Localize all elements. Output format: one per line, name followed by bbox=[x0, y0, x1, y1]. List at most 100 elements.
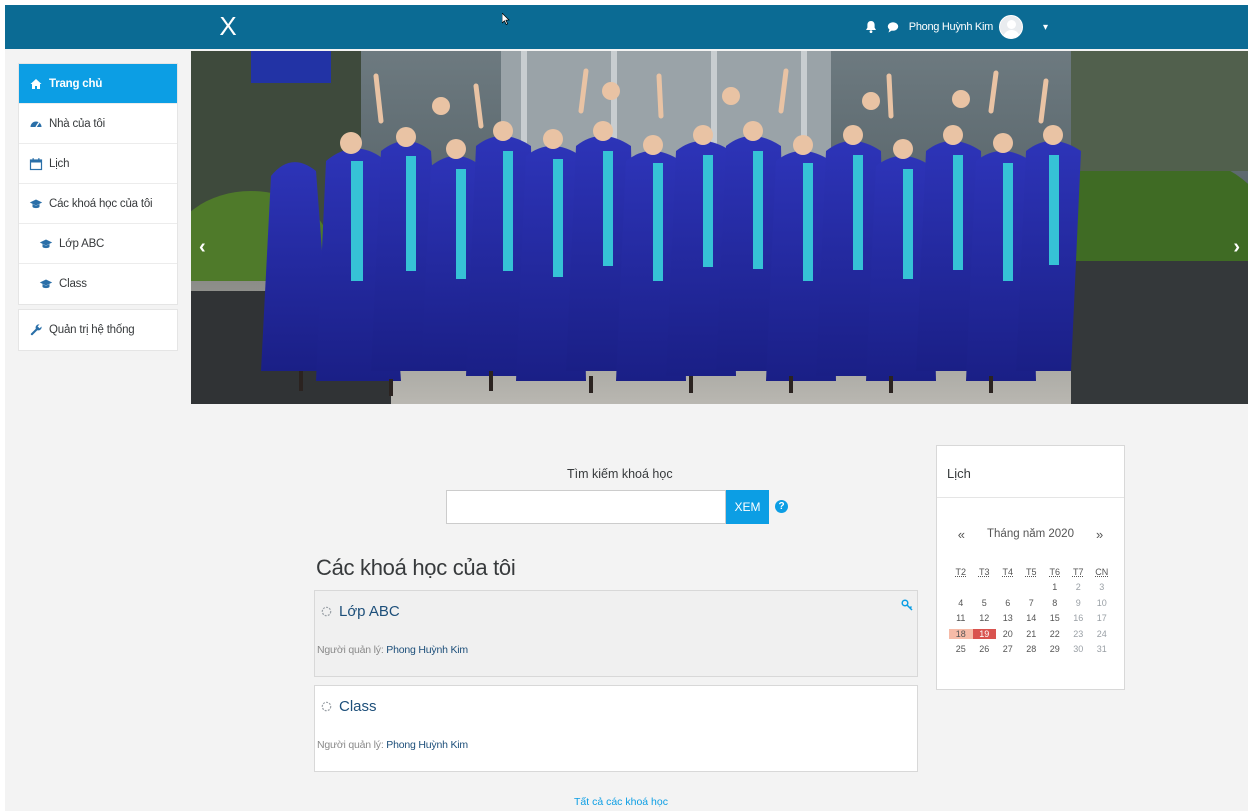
calendar-day[interactable]: 31 bbox=[1090, 644, 1114, 654]
calendar-day[interactable]: 8 bbox=[1043, 598, 1067, 608]
course-card: Class Người quản lý: Phong Huỳnh Kim bbox=[314, 685, 918, 772]
sidebar: Trang chủ Nhà của tôi Lịch Các khoá học … bbox=[18, 63, 178, 355]
bell-icon[interactable] bbox=[863, 19, 879, 35]
graduation-cap-icon bbox=[39, 279, 53, 289]
calendar-icon bbox=[29, 157, 43, 170]
graduation-cap-icon bbox=[29, 199, 43, 208]
close-button[interactable]: X bbox=[215, 11, 241, 41]
hero-prev-arrow[interactable]: ‹ bbox=[199, 236, 206, 259]
calendar-weekday: T5 bbox=[1025, 566, 1037, 577]
sidebar-item-course-class[interactable]: Class bbox=[19, 264, 177, 304]
course-name-link[interactable]: Class bbox=[321, 698, 377, 715]
calendar-week-row: 4 5 6 7 8 9 10 bbox=[949, 595, 1114, 611]
avatar[interactable] bbox=[998, 15, 1023, 39]
calendar-day[interactable]: 24 bbox=[1090, 629, 1114, 639]
sidebar-item-label: Lớp ABC bbox=[59, 237, 105, 250]
navbar: X Phong Huỳnh Kim ▾ bbox=[5, 5, 1248, 49]
calendar-prev-month[interactable]: « bbox=[958, 527, 965, 542]
calendar-day[interactable]: 12 bbox=[973, 613, 997, 623]
course-manager: Người quản lý: Phong Huỳnh Kim bbox=[317, 739, 468, 751]
calendar-weekday: T3 bbox=[978, 566, 990, 577]
sidebar-item-label: Các khoá học của tôi bbox=[49, 197, 153, 210]
calendar-day[interactable]: 22 bbox=[1043, 629, 1067, 639]
mouse-cursor-icon bbox=[502, 13, 510, 25]
dashboard-icon bbox=[30, 121, 42, 127]
my-courses-heading: Các khoá học của tôi bbox=[316, 555, 516, 580]
sidebar-item-label: Lịch bbox=[49, 157, 70, 170]
calendar-day[interactable]: 3 bbox=[1090, 582, 1114, 592]
calendar-day[interactable]: 10 bbox=[1090, 598, 1114, 608]
sidebar-item-site-admin[interactable]: Quản trị hệ thống bbox=[19, 310, 177, 350]
calendar-grid: T2 T3 T4 T5 T6 T7 CN 1 2 3 4 5 6 7 8 9 10 11 12 13 14 15 16 17 1… bbox=[949, 564, 1114, 657]
user-name[interactable]: Phong Huỳnh Kim bbox=[909, 21, 993, 33]
calendar-day[interactable]: 23 bbox=[1067, 629, 1091, 639]
calendar-weekday: T2 bbox=[955, 566, 966, 577]
all-courses-link[interactable]: Tất cả các khoá học bbox=[574, 796, 668, 808]
calendar-weekday: T4 bbox=[1002, 566, 1013, 577]
calendar-day[interactable]: 14 bbox=[1020, 613, 1044, 623]
course-card: Lớp ABC Người quản lý: Phong Huỳnh Kim bbox=[314, 590, 918, 677]
calendar-week-row: 11 12 13 14 15 16 17 bbox=[949, 611, 1114, 627]
calendar-weekday: T7 bbox=[1072, 566, 1084, 577]
key-icon[interactable] bbox=[901, 599, 913, 611]
navbar-user-area: Phong Huỳnh Kim ▾ bbox=[863, 5, 1048, 49]
course-name: Class bbox=[339, 698, 377, 715]
calendar-day[interactable]: 27 bbox=[996, 644, 1020, 654]
calendar-day[interactable]: 2 bbox=[1067, 582, 1091, 592]
course-manager: Người quản lý: Phong Huỳnh Kim bbox=[317, 644, 468, 656]
hero-next-arrow[interactable]: › bbox=[1233, 236, 1240, 259]
calendar-day[interactable]: 17 bbox=[1090, 613, 1114, 623]
sidebar-item-home[interactable]: Trang chủ bbox=[19, 64, 177, 104]
calendar-day[interactable]: 28 bbox=[1020, 644, 1044, 654]
search-button[interactable]: XEM bbox=[726, 490, 769, 524]
sidebar-item-label: Nhà của tôi bbox=[49, 117, 105, 130]
caret-down-icon[interactable]: ▾ bbox=[1043, 22, 1048, 33]
calendar-day[interactable]: 5 bbox=[973, 598, 997, 608]
home-icon bbox=[30, 78, 42, 89]
calendar-day[interactable]: 18 bbox=[949, 628, 973, 639]
sidebar-item-calendar[interactable]: Lịch bbox=[19, 144, 177, 184]
calendar-day[interactable]: 13 bbox=[996, 613, 1020, 623]
manager-link[interactable]: Phong Huỳnh Kim bbox=[386, 739, 468, 751]
hero-image bbox=[191, 51, 1248, 404]
calendar-weekday: T6 bbox=[1049, 566, 1060, 577]
calendar-day[interactable]: 15 bbox=[1043, 613, 1067, 623]
calendar-day[interactable]: 19 bbox=[972, 628, 996, 639]
course-name-link[interactable]: Lớp ABC bbox=[321, 603, 400, 620]
calendar-weekday: CN bbox=[1095, 566, 1109, 577]
calendar-day[interactable]: 26 bbox=[973, 644, 997, 654]
calendar-day[interactable]: 21 bbox=[1020, 629, 1044, 639]
sidebar-item-label: Trang chủ bbox=[49, 77, 103, 90]
calendar-day[interactable]: 1 bbox=[1043, 582, 1067, 592]
calendar-day[interactable]: 9 bbox=[1067, 598, 1091, 608]
course-icon bbox=[321, 701, 332, 712]
sidebar-item-my-courses[interactable]: Các khoá học của tôi bbox=[19, 184, 177, 224]
calendar-day[interactable]: 20 bbox=[996, 629, 1020, 639]
sidebar-item-label: Quản trị hệ thống bbox=[49, 324, 135, 336]
calendar-day[interactable]: 4 bbox=[949, 598, 973, 608]
help-icon[interactable]: ? bbox=[775, 500, 788, 513]
calendar-block-title: Lịch bbox=[937, 446, 1124, 498]
course-search-label: Tìm kiếm khoá học bbox=[567, 467, 673, 481]
calendar-day[interactable]: 30 bbox=[1067, 644, 1091, 654]
manager-label: Người quản lý: bbox=[317, 644, 384, 656]
sidebar-admin-group: Quản trị hệ thống bbox=[18, 309, 178, 351]
course-name: Lớp ABC bbox=[339, 603, 400, 620]
calendar-day[interactable]: 6 bbox=[996, 598, 1020, 608]
wrench-icon bbox=[30, 324, 42, 336]
calendar-week-row: 123 bbox=[949, 580, 1114, 596]
manager-label: Người quản lý: bbox=[317, 739, 384, 751]
calendar-day[interactable]: 16 bbox=[1067, 613, 1091, 623]
calendar-day[interactable]: 29 bbox=[1043, 644, 1067, 654]
calendar-next-month[interactable]: » bbox=[1096, 527, 1103, 542]
sidebar-item-dashboard[interactable]: Nhà của tôi bbox=[19, 104, 177, 144]
sidebar-item-course-lop-abc[interactable]: Lớp ABC bbox=[19, 224, 177, 264]
course-search-input[interactable] bbox=[446, 490, 726, 524]
calendar-day[interactable]: 11 bbox=[949, 613, 973, 623]
manager-link[interactable]: Phong Huỳnh Kim bbox=[386, 644, 468, 656]
calendar-day[interactable]: 7 bbox=[1020, 598, 1044, 608]
calendar-month-label: Tháng năm 2020 bbox=[987, 528, 1074, 540]
chat-icon[interactable] bbox=[885, 19, 901, 35]
sidebar-nav-group: Trang chủ Nhà của tôi Lịch Các khoá học … bbox=[18, 63, 178, 305]
calendar-day[interactable]: 25 bbox=[949, 644, 973, 654]
